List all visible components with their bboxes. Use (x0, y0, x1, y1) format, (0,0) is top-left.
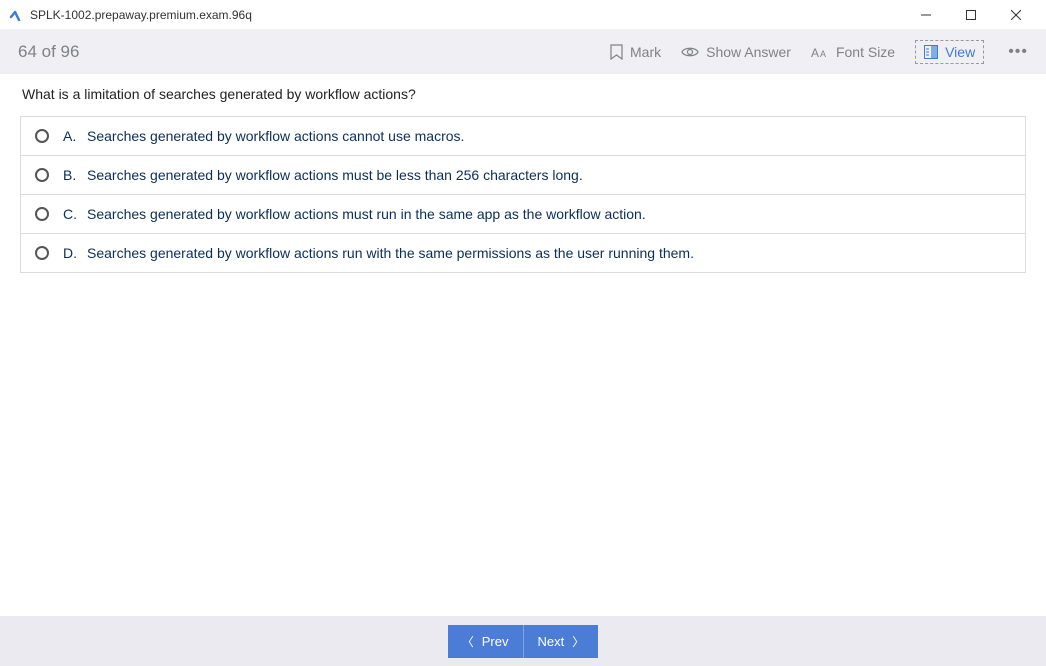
option-text: Searches generated by workflow actions m… (87, 167, 583, 183)
nav-buttons: 〈 Prev Next 〉 (448, 625, 599, 658)
toolbar: 64 of 96 Mark Show Answer AA Font Size V… (0, 30, 1046, 74)
content: What is a limitation of searches generat… (0, 74, 1046, 273)
radio-icon (35, 168, 49, 182)
option-text: Searches generated by workflow actions r… (87, 245, 694, 261)
maximize-button[interactable] (948, 0, 993, 30)
option-c[interactable]: C. Searches generated by workflow action… (21, 195, 1025, 234)
svg-text:A: A (811, 46, 819, 59)
radio-icon (35, 129, 49, 143)
show-answer-button[interactable]: Show Answer (681, 44, 791, 60)
window-controls (903, 0, 1038, 30)
minimize-button[interactable] (903, 0, 948, 30)
titlebar: SPLK-1002.prepaway.premium.exam.96q (0, 0, 1046, 30)
radio-icon (35, 207, 49, 221)
option-letter: D. (63, 245, 77, 261)
next-button[interactable]: Next 〉 (524, 625, 599, 658)
font-size-button[interactable]: AA Font Size (811, 44, 895, 60)
option-letter: C. (63, 206, 77, 222)
option-a[interactable]: A. Searches generated by workflow action… (21, 117, 1025, 156)
bookmark-icon (610, 44, 623, 60)
chevron-right-icon: 〉 (572, 633, 584, 650)
question-text: What is a limitation of searches generat… (20, 86, 1026, 102)
options-list: A. Searches generated by workflow action… (20, 116, 1026, 273)
next-label: Next (538, 634, 565, 649)
toolbar-actions: Mark Show Answer AA Font Size View ••• (610, 40, 1028, 64)
view-label: View (945, 44, 975, 60)
more-button[interactable]: ••• (1008, 43, 1028, 61)
option-text: Searches generated by workflow actions m… (87, 206, 646, 222)
view-icon (924, 45, 938, 59)
prev-button[interactable]: 〈 Prev (448, 625, 524, 658)
progress-indicator: 64 of 96 (18, 42, 610, 62)
mark-button[interactable]: Mark (610, 44, 661, 60)
close-button[interactable] (993, 0, 1038, 30)
option-text: Searches generated by workflow actions c… (87, 128, 464, 144)
chevron-left-icon: 〈 (462, 633, 474, 650)
mark-label: Mark (630, 44, 661, 60)
show-answer-label: Show Answer (706, 44, 791, 60)
view-button[interactable]: View (915, 40, 984, 64)
eye-icon (681, 46, 699, 58)
font-size-label: Font Size (836, 44, 895, 60)
svg-text:A: A (820, 49, 826, 59)
prev-label: Prev (482, 634, 509, 649)
option-letter: B. (63, 167, 77, 183)
option-b[interactable]: B. Searches generated by workflow action… (21, 156, 1025, 195)
option-d[interactable]: D. Searches generated by workflow action… (21, 234, 1025, 272)
app-icon (8, 7, 24, 23)
option-letter: A. (63, 128, 77, 144)
footer: 〈 Prev Next 〉 (0, 616, 1046, 666)
window-title: SPLK-1002.prepaway.premium.exam.96q (30, 8, 903, 22)
font-size-icon: AA (811, 45, 829, 59)
radio-icon (35, 246, 49, 260)
